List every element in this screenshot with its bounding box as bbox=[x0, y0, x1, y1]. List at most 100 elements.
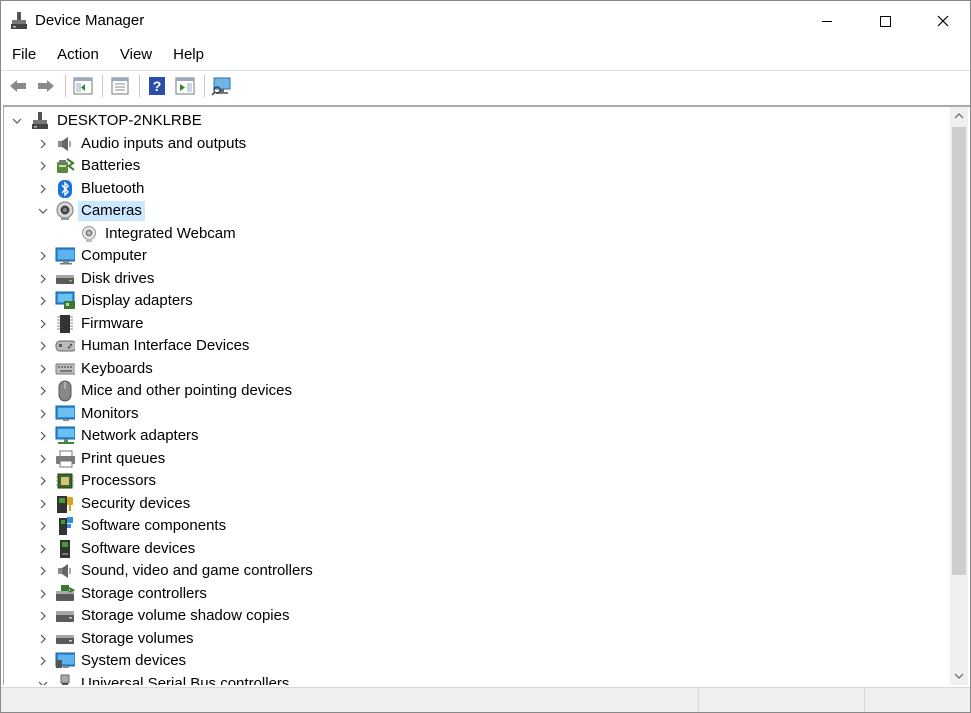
show-hide-console-tree-button[interactable] bbox=[70, 73, 96, 99]
chevron-right-icon[interactable] bbox=[37, 363, 49, 375]
tree-item-universal-serial-bus-controllers[interactable]: Universal Serial Bus controllers bbox=[4, 673, 949, 685]
chevron-right-icon[interactable] bbox=[37, 475, 49, 487]
chevron-right-icon[interactable] bbox=[37, 385, 49, 397]
tree-item-disk-drives[interactable]: Disk drives bbox=[4, 268, 949, 291]
action-pane-button[interactable] bbox=[172, 73, 198, 99]
tree-item-computer[interactable]: Computer bbox=[4, 245, 949, 268]
minimize-button[interactable] bbox=[798, 1, 856, 41]
tree-item-display-adapters[interactable]: Display adapters bbox=[4, 290, 949, 313]
window-title: Device Manager bbox=[35, 12, 145, 29]
tree-item-cameras[interactable]: Cameras bbox=[4, 200, 949, 223]
shadow-copy-icon bbox=[55, 606, 75, 626]
chevron-right-icon[interactable] bbox=[37, 273, 49, 285]
tree-item-integrated-webcam[interactable]: Integrated Webcam bbox=[4, 223, 949, 246]
software-component-icon bbox=[55, 516, 75, 536]
tree-item-firmware[interactable]: Firmware bbox=[4, 313, 949, 336]
back-button[interactable] bbox=[5, 73, 31, 99]
tree-item-security-devices[interactable]: Security devices bbox=[4, 493, 949, 516]
software-device-icon bbox=[55, 539, 75, 559]
chevron-right-icon[interactable] bbox=[37, 633, 49, 645]
chevron-down-icon[interactable] bbox=[37, 678, 49, 685]
disk-drive-icon bbox=[55, 269, 75, 289]
maximize-button[interactable] bbox=[856, 1, 914, 41]
chevron-right-icon[interactable] bbox=[37, 588, 49, 600]
firmware-icon bbox=[55, 314, 75, 334]
menu-view[interactable]: View bbox=[110, 41, 162, 69]
chevron-right-icon[interactable] bbox=[37, 318, 49, 330]
chevron-right-icon[interactable] bbox=[37, 295, 49, 307]
scan-hardware-button[interactable] bbox=[209, 73, 235, 99]
tree-item-storage-controllers[interactable]: Storage controllers bbox=[4, 583, 949, 606]
tree-item-label: Security devices bbox=[81, 494, 191, 512]
tree-item-mice-and-other-pointing-devices[interactable]: Mice and other pointing devices bbox=[4, 380, 949, 403]
tree-item-label: Storage controllers bbox=[81, 584, 207, 602]
status-bar-segment bbox=[698, 688, 864, 712]
forward-button[interactable] bbox=[33, 73, 59, 99]
toolbar-separator bbox=[102, 74, 103, 97]
device-tree-panel[interactable]: DESKTOP-2NKLRBE Audio inputs and outputs… bbox=[3, 105, 970, 685]
help-button[interactable]: ? bbox=[144, 73, 170, 99]
chevron-right-icon[interactable] bbox=[37, 610, 49, 622]
storage-controller-icon bbox=[55, 584, 75, 604]
usb-icon bbox=[55, 674, 75, 685]
tree-item-keyboards[interactable]: Keyboards bbox=[4, 358, 949, 381]
tree-item-audio-inputs-and-outputs[interactable]: Audio inputs and outputs bbox=[4, 133, 949, 156]
hid-icon bbox=[55, 336, 75, 356]
chevron-right-icon[interactable] bbox=[37, 543, 49, 555]
chevron-right-icon[interactable] bbox=[37, 340, 49, 352]
tree-root[interactable]: DESKTOP-2NKLRBE bbox=[4, 110, 949, 133]
chevron-right-icon[interactable] bbox=[37, 408, 49, 420]
webcam-icon bbox=[79, 224, 99, 244]
tree-item-print-queues[interactable]: Print queues bbox=[4, 448, 949, 471]
vertical-scrollbar[interactable] bbox=[950, 107, 968, 685]
tree-item-software-components[interactable]: Software components bbox=[4, 515, 949, 538]
tree-item-storage-volumes[interactable]: Storage volumes bbox=[4, 628, 949, 651]
chevron-right-icon[interactable] bbox=[37, 138, 49, 150]
tree-item-label: Software devices bbox=[81, 539, 196, 557]
scrollbar-thumb[interactable] bbox=[952, 127, 966, 575]
menu-help[interactable]: Help bbox=[163, 41, 214, 69]
console-tree-icon bbox=[73, 77, 93, 94]
tree-item-sound-video-and-game-controllers[interactable]: Sound, video and game controllers bbox=[4, 560, 949, 583]
chevron-right-icon[interactable] bbox=[37, 520, 49, 532]
tree-root-label: DESKTOP-2NKLRBE bbox=[57, 112, 202, 130]
tree-item-batteries[interactable]: Batteries bbox=[4, 155, 949, 178]
scroll-down-button[interactable] bbox=[950, 667, 968, 685]
menu-bar: File Action View Help bbox=[1, 41, 970, 69]
computer-icon bbox=[55, 246, 75, 266]
chevron-right-icon[interactable] bbox=[37, 498, 49, 510]
tree-item-bluetooth[interactable]: Bluetooth bbox=[4, 178, 949, 201]
menu-file[interactable]: File bbox=[2, 41, 46, 69]
chevron-right-icon[interactable] bbox=[37, 430, 49, 442]
tree-item-label: Processors bbox=[81, 472, 157, 490]
security-device-icon bbox=[55, 494, 75, 514]
tree-item-label: Storage volumes bbox=[81, 629, 194, 647]
tree-item-network-adapters[interactable]: Network adapters bbox=[4, 425, 949, 448]
tree-item-system-devices[interactable]: System devices bbox=[4, 650, 949, 673]
chevron-right-icon[interactable] bbox=[37, 250, 49, 262]
chevron-right-icon[interactable] bbox=[37, 453, 49, 465]
tree-item-software-devices[interactable]: Software devices bbox=[4, 538, 949, 561]
properties-button[interactable] bbox=[107, 73, 133, 99]
chevron-right-icon[interactable] bbox=[37, 565, 49, 577]
tree-item-label: Computer bbox=[81, 247, 147, 265]
chevron-right-icon[interactable] bbox=[37, 160, 49, 172]
menu-action[interactable]: Action bbox=[47, 41, 109, 69]
close-button[interactable] bbox=[914, 1, 970, 41]
chevron-right-icon[interactable] bbox=[37, 183, 49, 195]
minimize-icon bbox=[822, 21, 832, 22]
display-adapter-icon bbox=[55, 291, 75, 311]
chevron-down-icon[interactable] bbox=[11, 115, 23, 127]
tree-item-human-interface-devices[interactable]: Human Interface Devices bbox=[4, 335, 949, 358]
tree-item-monitors[interactable]: Monitors bbox=[4, 403, 949, 426]
tree-item-label: Sound, video and game controllers bbox=[81, 562, 313, 580]
title-bar[interactable]: Device Manager bbox=[1, 1, 970, 41]
close-icon bbox=[937, 15, 949, 27]
chevron-down-icon[interactable] bbox=[37, 205, 49, 217]
tree-item-processors[interactable]: Processors bbox=[4, 470, 949, 493]
chevron-right-icon[interactable] bbox=[37, 655, 49, 667]
monitor-icon bbox=[55, 404, 75, 424]
tree-item-label: Display adapters bbox=[81, 292, 193, 310]
tree-item-storage-volume-shadow-copies[interactable]: Storage volume shadow copies bbox=[4, 605, 949, 628]
scroll-up-button[interactable] bbox=[950, 107, 968, 125]
